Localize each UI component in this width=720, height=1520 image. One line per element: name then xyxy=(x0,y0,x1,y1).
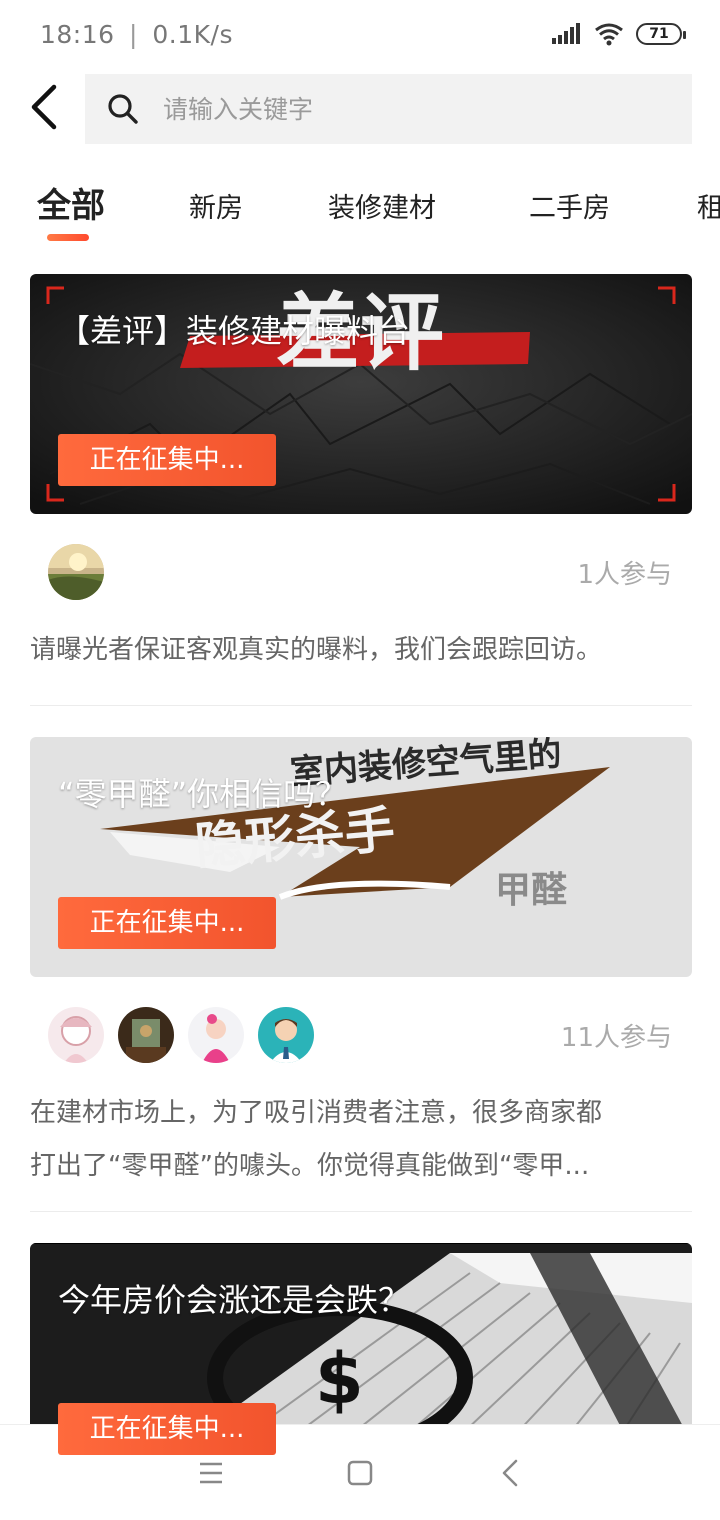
collecting-button[interactable]: 正在征集中... xyxy=(58,897,276,949)
description-line: 在建材市场上，为了吸引消费者注意，很多商家都 xyxy=(30,1098,603,1128)
tab-decoration-materials[interactable]: 装修建材 xyxy=(328,186,436,225)
status-time: 18:16 xyxy=(40,20,115,49)
topic-card-complaints[interactable]: 差评 【差评】装修建材曝料台 正在征集中... 1人参与 请曝光者保证客观真实的… xyxy=(30,274,692,677)
back-arrow-icon xyxy=(31,84,57,130)
back-button[interactable] xyxy=(24,84,70,130)
wifi-icon xyxy=(595,23,623,46)
collecting-button[interactable]: 正在征集中... xyxy=(58,1403,276,1455)
participant-count: 1人参与 xyxy=(577,560,672,590)
avatar[interactable] xyxy=(48,544,104,600)
divider xyxy=(30,705,692,706)
topic-title: 今年房价会涨还是会跌？ xyxy=(58,1281,411,1319)
home-button[interactable] xyxy=(342,1455,378,1491)
tab-new-house[interactable]: 新房 xyxy=(189,186,243,225)
divider xyxy=(30,1211,692,1212)
avatar[interactable] xyxy=(258,1007,314,1063)
description-line: 打出了“零甲醛”的噱头。你觉得真能做到“零甲... xyxy=(30,1151,590,1181)
status-bar: 18:16 | 0.1K/s 71 xyxy=(0,0,720,70)
battery-level: 71 xyxy=(649,26,669,42)
participants-row: 1人参与 xyxy=(30,514,692,624)
collecting-button[interactable]: 正在征集中... xyxy=(58,434,276,486)
status-separator: | xyxy=(129,20,138,49)
participant-count: 11人参与 xyxy=(560,1023,672,1053)
topic-description: 在建材市场上，为了吸引消费者注意，很多商家都 打出了“零甲醛”的噱头。你觉得真能… xyxy=(30,1087,692,1193)
topic-banner[interactable]: 室内装修空气里的 隐形杀手 甲醛 “零甲醛”你相信吗？ 正在征集中... xyxy=(30,737,692,977)
category-tabs: 全部 新房 装修建材 二手房 租 xyxy=(0,170,720,250)
home-icon xyxy=(347,1460,373,1486)
avatar[interactable] xyxy=(188,1007,244,1063)
avatar-image xyxy=(48,1007,104,1063)
svg-text:$: $ xyxy=(315,1338,364,1420)
avatar[interactable] xyxy=(48,1007,104,1063)
search-icon xyxy=(108,94,138,124)
signal-icon xyxy=(552,23,580,44)
topic-title: “零甲醛”你相信吗？ xyxy=(58,775,348,813)
topic-card-formaldehyde[interactable]: 室内装修空气里的 隐形杀手 甲醛 “零甲醛”你相信吗？ 正在征集中... 11人… xyxy=(30,737,692,1193)
network-speed: 0.1K/s xyxy=(152,20,233,49)
avatar-image xyxy=(48,544,104,600)
topic-description: 请曝光者保证客观真实的曝料，我们会跟踪回访。 xyxy=(30,635,603,665)
participants-row: 11人参与 xyxy=(30,977,692,1087)
battery-icon: 71 xyxy=(636,23,686,45)
tab-second-hand[interactable]: 二手房 xyxy=(529,186,610,225)
status-left: 18:16 | 0.1K/s xyxy=(40,20,233,49)
back-icon xyxy=(502,1459,518,1487)
topic-banner[interactable]: 差评 【差评】装修建材曝料台 正在征集中... xyxy=(30,274,692,514)
tab-rent[interactable]: 租 xyxy=(697,186,720,225)
system-back-button[interactable] xyxy=(493,1455,529,1491)
status-right: 71 xyxy=(552,22,686,46)
avatar-image xyxy=(188,1007,244,1063)
tab-active-indicator xyxy=(47,234,89,241)
topic-title: 【差评】装修建材曝料台 xyxy=(58,312,411,350)
avatar-image xyxy=(258,1007,314,1063)
menu-icon xyxy=(200,1462,222,1484)
search-input[interactable] xyxy=(163,94,643,124)
tab-all[interactable]: 全部 xyxy=(37,178,105,227)
search-bar[interactable] xyxy=(85,74,692,144)
avatar-image xyxy=(118,1007,174,1063)
avatar[interactable] xyxy=(118,1007,174,1063)
banner-art-text-3: 甲醛 xyxy=(495,870,567,911)
menu-button[interactable] xyxy=(193,1455,229,1491)
